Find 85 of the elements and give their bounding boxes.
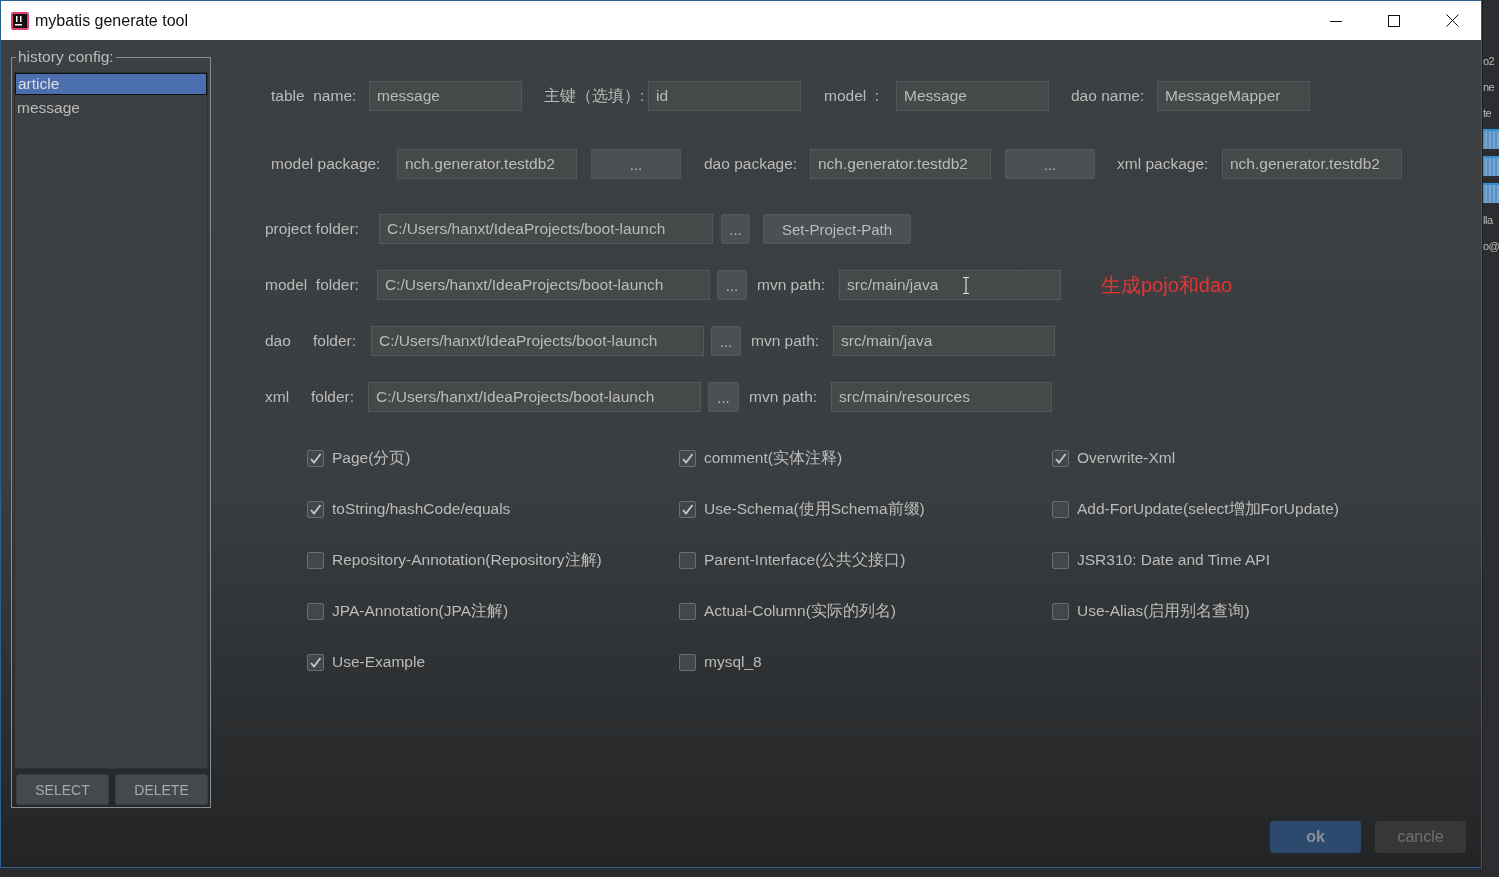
checkbox[interactable] <box>679 551 696 569</box>
field-label: model folder: <box>265 276 359 294</box>
sidebar-button[interactable]: SELECT <box>16 774 109 805</box>
checkbox-label: Page(分页) <box>332 447 411 468</box>
checkbox[interactable] <box>1052 449 1069 467</box>
checkbox-label: JSR310: Date and Time API <box>1077 551 1270 569</box>
browse-button[interactable]: ... <box>1005 149 1095 179</box>
browse-button[interactable]: ... <box>591 149 681 179</box>
field-label: xml package: <box>1117 155 1209 173</box>
text-field[interactable]: nch.generator.testdb2 <box>397 149 577 179</box>
field-label: 主键（选填）: <box>544 85 645 106</box>
close-icon[interactable] <box>1445 14 1459 27</box>
background-text: lla <box>1483 213 1493 228</box>
checkbox[interactable] <box>679 500 696 518</box>
checkbox-label: Add-ForUpdate(select增加ForUpdate) <box>1077 498 1340 519</box>
annotation-text: 生成pojo和dao <box>1101 272 1233 298</box>
text-field[interactable]: C:/Users/hanxt/IdeaProjects/boot-launch <box>379 214 713 244</box>
browse-button[interactable]: ... <box>721 214 750 244</box>
field-label: model : <box>824 87 880 105</box>
checkbox[interactable] <box>679 653 696 671</box>
browse-button[interactable]: ... <box>711 326 741 356</box>
panel-title: history config: <box>16 48 116 66</box>
table-icon <box>1483 129 1499 149</box>
checkbox[interactable] <box>1052 500 1069 518</box>
browse-button[interactable]: ... <box>708 382 739 412</box>
field-label: mvn path: <box>749 388 818 406</box>
text-field[interactable]: C:/Users/hanxt/IdeaProjects/boot-launch <box>377 270 710 300</box>
text-field[interactable]: nch.generator.testdb2 <box>810 149 991 179</box>
window-title: mybatis generate tool <box>35 11 188 30</box>
checkbox-label: Use-Schema(使用Schema前缀) <box>704 498 925 519</box>
field-label: dao package: <box>704 155 798 173</box>
checkbox[interactable] <box>679 602 696 620</box>
checkbox[interactable] <box>307 500 324 518</box>
table-icon <box>1483 156 1499 176</box>
history-item[interactable]: article <box>15 73 207 95</box>
text-field[interactable]: src/main/java <box>833 326 1055 356</box>
background-text: o@ <box>1483 239 1499 254</box>
checkbox[interactable] <box>679 449 696 467</box>
field-label: mvn path: <box>751 332 820 350</box>
set-path-button[interactable]: Set-Project-Path <box>763 214 911 244</box>
checkbox[interactable] <box>307 653 324 671</box>
app-logo-icon <box>11 11 29 30</box>
checkbox[interactable] <box>1052 551 1069 569</box>
background-text: te <box>1483 106 1492 121</box>
checkbox-label: Use-Example <box>332 653 426 671</box>
background-text: o2 <box>1483 54 1495 69</box>
field-label: mvn path: <box>757 276 826 294</box>
text-field[interactable]: C:/Users/hanxt/IdeaProjects/boot-launch <box>371 326 704 356</box>
sidebar-button[interactable]: DELETE <box>115 774 208 805</box>
checkbox[interactable] <box>307 449 324 467</box>
ok-button[interactable]: ok <box>1270 821 1361 853</box>
text-field[interactable]: nch.generator.testdb2 <box>1222 149 1402 179</box>
cancel-button[interactable]: cancle <box>1375 821 1466 853</box>
checkbox-label: Repository-Annotation(Repository注解) <box>332 549 602 570</box>
checkbox-label: Actual-Column(实际的列名) <box>704 600 896 621</box>
checkbox-label: toString/hashCode/equals <box>332 500 511 518</box>
history-item[interactable]: message <box>15 97 207 119</box>
checkbox-label: JPA-Annotation(JPA注解) <box>332 600 509 621</box>
field-label: table name: <box>271 87 357 105</box>
background-text: ne <box>1483 80 1495 95</box>
maximize-icon[interactable] <box>1388 14 1400 27</box>
text-field[interactable]: src/main/resources <box>831 382 1052 412</box>
table-icon <box>1483 183 1499 203</box>
field-label: model package: <box>271 155 381 173</box>
checkbox-label: comment(实体注释) <box>704 447 843 468</box>
text-field[interactable]: Message <box>896 81 1049 111</box>
checkbox[interactable] <box>307 602 324 620</box>
text-field[interactable]: C:/Users/hanxt/IdeaProjects/boot-launch <box>368 382 701 412</box>
browse-button[interactable]: ... <box>717 270 747 300</box>
field-label: folder: <box>313 332 357 350</box>
field-label: dao <box>265 332 291 350</box>
text-field[interactable]: message <box>369 81 522 111</box>
checkbox-label: mysql_8 <box>704 653 762 671</box>
text-field[interactable]: id <box>648 81 801 111</box>
field-label: project folder: <box>265 220 359 238</box>
checkbox-label: Parent-Interface(公共父接口) <box>704 549 906 570</box>
field-label: folder: <box>311 388 355 406</box>
field-label: dao name: <box>1071 87 1145 105</box>
text-field[interactable]: src/main/java <box>839 270 1061 300</box>
text-field[interactable]: MessageMapper <box>1157 81 1310 111</box>
checkbox-label: Use-Alias(启用别名查询) <box>1077 600 1250 621</box>
checkbox[interactable] <box>307 551 324 569</box>
field-label: xml <box>265 388 290 406</box>
checkbox-label: Overwrite-Xml <box>1077 449 1176 467</box>
checkbox[interactable] <box>1052 602 1069 620</box>
